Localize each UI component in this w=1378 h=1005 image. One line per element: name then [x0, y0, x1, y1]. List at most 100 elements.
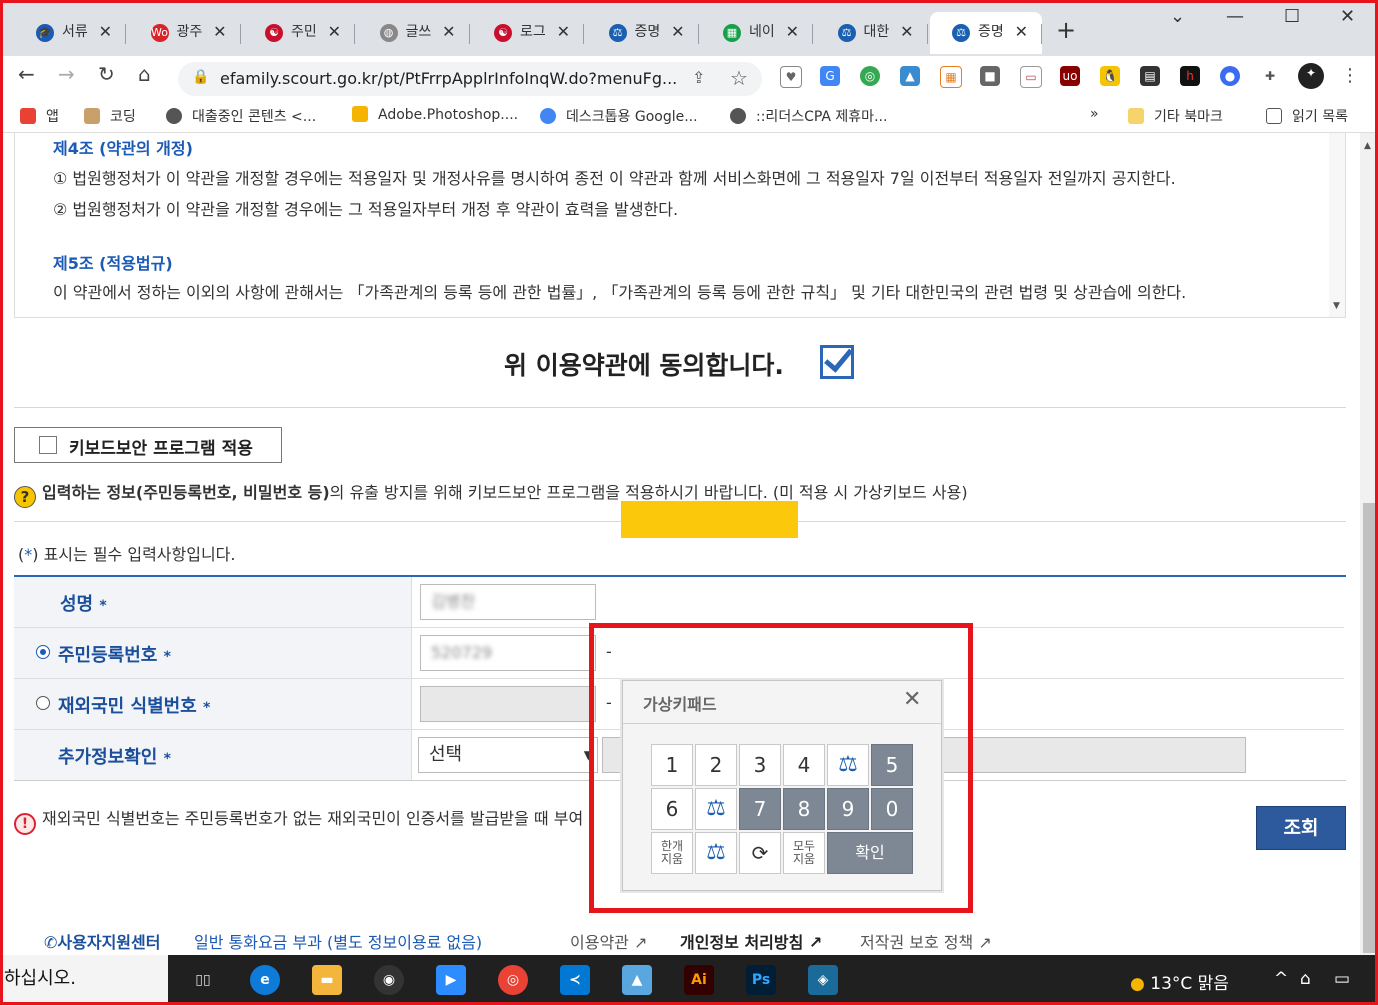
rrn-back-input[interactable]: [621, 501, 798, 538]
confirm-key[interactable]: 확인: [827, 832, 913, 874]
key-3[interactable]: 3: [739, 744, 781, 786]
home-icon[interactable]: ⌂: [138, 62, 151, 86]
scroll-thumb[interactable]: [1363, 503, 1375, 953]
clear-key[interactable]: 모두 지움: [783, 832, 825, 874]
obs-icon[interactable]: ◉: [374, 965, 404, 995]
tab-close-icon[interactable]: ✕: [557, 12, 570, 52]
maximize-icon[interactable]: ☐: [1284, 6, 1300, 27]
extension-icon[interactable]: ▤: [1140, 66, 1160, 86]
avatar[interactable]: ✦: [1298, 63, 1324, 89]
browser-tab[interactable]: ☯ 주민 ✕: [243, 12, 355, 54]
keyboard-security-checkbox[interactable]: [39, 436, 57, 454]
window-close-icon[interactable]: ✕: [1340, 6, 1355, 27]
puzzle-icon[interactable]: ✚: [1260, 66, 1280, 86]
keyboard-security-button[interactable]: 키보드보안 프로그램 적용: [14, 427, 282, 463]
terms-scrollbar[interactable]: ▼: [1329, 133, 1345, 317]
court-logo-icon[interactable]: ⚖: [695, 832, 737, 874]
app-icon[interactable]: ▲: [622, 965, 652, 995]
bookmark-star-icon[interactable]: ☆: [730, 66, 748, 90]
terms-box[interactable]: 제4조 (약관의 개정) ① 법원행정처가 이 약관을 개정할 경우에는 적용일…: [14, 133, 1346, 318]
search-button[interactable]: 조회: [1256, 806, 1346, 850]
refresh-icon[interactable]: ⟳: [739, 832, 781, 874]
ublock-icon[interactable]: uo: [1060, 66, 1080, 86]
edge-icon[interactable]: e: [250, 965, 280, 995]
bookmark-google-desktop[interactable]: 데스크톱용 Google...: [540, 106, 698, 126]
chrome-icon[interactable]: ◎: [498, 965, 528, 995]
tab-search-icon[interactable]: ⌄: [1170, 6, 1185, 27]
copyright-link[interactable]: 저작권 보호 정책 ↗: [860, 929, 992, 953]
tab-close-icon[interactable]: ✕: [786, 12, 799, 52]
scroll-down-icon[interactable]: ▼: [1333, 301, 1340, 311]
court-logo-icon[interactable]: ⚖: [695, 788, 737, 830]
bookmark-coding[interactable]: 코딩: [84, 106, 136, 126]
bookmark-cpa[interactable]: ::리더스CPA 제휴마...: [730, 106, 887, 126]
rrn-front-input[interactable]: 520729: [420, 635, 596, 671]
tray-chevron-icon[interactable]: ^: [1274, 969, 1288, 989]
reading-list[interactable]: 읽기 목록: [1266, 106, 1348, 126]
extension-icon[interactable]: h: [1180, 66, 1200, 86]
photoshop-icon[interactable]: Ps: [746, 965, 776, 995]
minimize-icon[interactable]: —: [1226, 6, 1244, 27]
extension-icon[interactable]: ●: [1220, 66, 1240, 86]
agree-checkbox[interactable]: [820, 345, 854, 379]
key-9[interactable]: 9: [827, 788, 869, 830]
extension-icon[interactable]: ■: [980, 66, 1000, 86]
tab-close-icon[interactable]: ✕: [99, 12, 112, 52]
illustrator-icon[interactable]: Ai: [684, 965, 714, 995]
new-tab-button[interactable]: +: [1056, 16, 1076, 44]
browser-tab[interactable]: ▦ 네이 ✕: [701, 12, 813, 54]
key-2[interactable]: 2: [695, 744, 737, 786]
tab-close-icon[interactable]: ✕: [213, 12, 226, 52]
key-1[interactable]: 1: [651, 744, 693, 786]
forward-icon[interactable]: →: [58, 62, 75, 86]
tab-close-icon[interactable]: ✕: [671, 12, 684, 52]
tab-close-icon[interactable]: ✕: [1015, 12, 1028, 52]
terms-link[interactable]: 이용약관 ↗: [570, 929, 647, 953]
pocket-icon[interactable]: ♥: [780, 66, 802, 88]
reload-icon[interactable]: ↻: [98, 62, 115, 86]
privacy-link[interactable]: 개인정보 처리방침 ↗: [680, 929, 822, 953]
share-icon[interactable]: ⇪: [692, 68, 705, 87]
key-8[interactable]: 8: [783, 788, 825, 830]
key-6[interactable]: 6: [651, 788, 693, 830]
backspace-key[interactable]: 한개 지움: [651, 832, 693, 874]
taskbar-search[interactable]: 하십시오.: [0, 955, 168, 1005]
key-5[interactable]: 5: [871, 744, 913, 786]
more-bookmarks[interactable]: »: [1090, 106, 1099, 122]
bookmark-photoshop[interactable]: Adobe.Photoshop....: [352, 106, 518, 123]
vscode-icon[interactable]: ≺: [560, 965, 590, 995]
browser-tab[interactable]: ◍ 글쓰 ✕: [358, 12, 470, 54]
browser-tab[interactable]: ⚖ 증명 ✕: [587, 12, 699, 54]
foreign-front-input[interactable]: [420, 686, 596, 722]
battery-icon[interactable]: ▭: [1334, 969, 1350, 989]
browser-tab[interactable]: 🎓 서류 ✕: [14, 12, 126, 54]
app-icon[interactable]: ◈: [808, 965, 838, 995]
foreign-radio[interactable]: [36, 696, 50, 710]
file-explorer-icon[interactable]: ▬: [312, 965, 342, 995]
browser-tab[interactable]: ⚖ 대한 ✕: [816, 12, 928, 54]
close-icon[interactable]: ✕: [903, 687, 921, 712]
tab-close-icon[interactable]: ✕: [328, 12, 341, 52]
zoom-icon[interactable]: ▶: [436, 965, 466, 995]
browser-tab[interactable]: Wo 광주 ✕: [129, 12, 241, 54]
key-4[interactable]: 4: [783, 744, 825, 786]
extension-icon[interactable]: ▲: [900, 66, 920, 86]
extra-select[interactable]: 선택 ▼: [418, 737, 598, 773]
name-input[interactable]: 김병찬: [420, 584, 596, 620]
extension-icon[interactable]: ▭: [1020, 66, 1042, 88]
back-icon[interactable]: ←: [18, 62, 35, 86]
menu-dots-icon[interactable]: ⋮: [1340, 66, 1360, 86]
bookmark-apps[interactable]: 앱: [20, 106, 59, 126]
tab-close-icon[interactable]: ✕: [900, 12, 913, 52]
extension-icon[interactable]: ▦: [940, 66, 962, 88]
key-7[interactable]: 7: [739, 788, 781, 830]
court-logo-icon[interactable]: ⚖: [827, 744, 869, 786]
translate-icon[interactable]: G: [820, 66, 840, 86]
task-view-icon[interactable]: ▯▯: [188, 965, 218, 995]
extension-icon[interactable]: 🐧: [1100, 66, 1120, 86]
page-scrollbar[interactable]: ▲: [1360, 133, 1378, 955]
rrn-radio[interactable]: [36, 645, 50, 659]
weather[interactable]: ● 13°C 맑음: [1130, 969, 1229, 994]
network-icon[interactable]: ⌂: [1300, 969, 1311, 989]
support-center[interactable]: ✆사용자지원센터: [44, 929, 160, 953]
